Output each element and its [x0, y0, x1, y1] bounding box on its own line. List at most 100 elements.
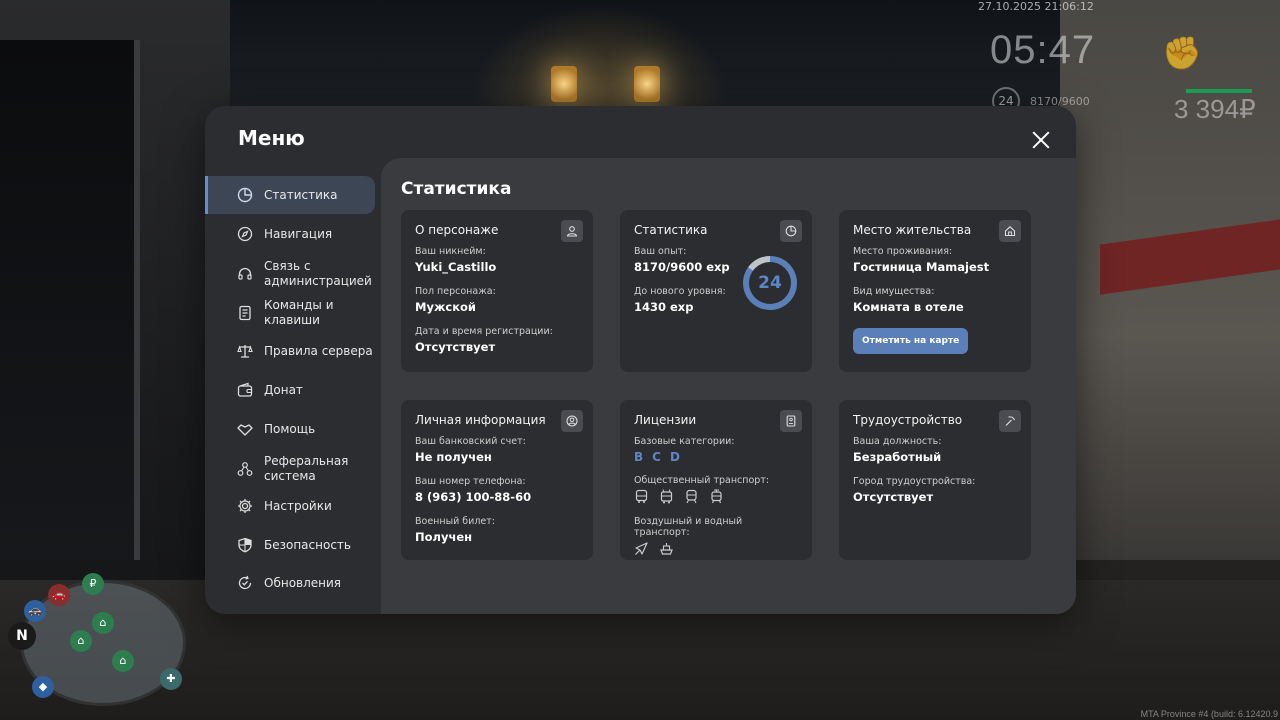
bank-label: Ваш банковский счет: — [415, 436, 526, 447]
sidebar-item-label: Навигация — [264, 226, 333, 241]
phone-label: Ваш номер телефона: — [415, 476, 526, 487]
sidebar-item-help[interactable]: Помощь — [205, 410, 375, 448]
sidebar-item-label: Команды и клавиши — [264, 298, 334, 327]
train-icon — [686, 489, 697, 504]
license-category: D — [669, 450, 680, 464]
air-water-transport-icons — [634, 541, 798, 556]
map-car-marker-icon: 🚗 — [48, 584, 70, 606]
wallet-icon — [237, 382, 253, 398]
tram-icon — [711, 489, 722, 504]
user-circle-icon — [561, 410, 583, 432]
plane-icon — [635, 542, 648, 555]
background-street-lamp — [551, 66, 577, 102]
background-shop-window — [0, 40, 140, 560]
job-city-value: Отсутствует — [853, 490, 934, 504]
license-category: C — [652, 450, 661, 464]
shield-icon — [237, 537, 253, 553]
sidebar-item-label: Связь с администрацией — [264, 259, 372, 288]
map-service-marker-icon: ✚ — [160, 668, 182, 690]
job-card: Трудоустройство Ваша должность: Безработ… — [839, 400, 1031, 560]
property-value: Комната в отеле — [853, 300, 964, 314]
pickaxe-icon — [999, 410, 1021, 432]
sidebar-item-label: Реферальная система — [264, 454, 349, 483]
hud-clock: 05:47 — [990, 28, 1096, 72]
sidebar-item-label: Донат — [264, 382, 303, 397]
position-label: Ваша должность: — [853, 436, 942, 447]
background-street-lamp — [634, 66, 660, 102]
place-label: Место проживания: — [853, 246, 953, 257]
phone-value: 8 (963) 100-88-60 — [415, 490, 532, 504]
trolleybus-icon — [660, 489, 673, 504]
sidebar-item-security[interactable]: Безопасность — [205, 526, 375, 564]
bank-value: Не получен — [415, 450, 492, 464]
military-label: Военный билет: — [415, 516, 495, 527]
document-icon — [237, 305, 253, 321]
map-money-marker-icon: ₽ — [82, 573, 104, 595]
map-house-marker-icon: ⌂ — [112, 650, 134, 672]
regdate-value: Отсутствует — [415, 340, 496, 354]
sidebar-item-label: Правила сервера — [264, 343, 373, 358]
build-info: MTA Province #4 (build: 6.12420.9 — [1140, 709, 1278, 719]
card-title: Трудоустройство — [853, 413, 963, 427]
pie-chart-icon — [780, 220, 802, 242]
property-label: Вид имущества: — [853, 286, 935, 297]
map-police-marker-icon: 🚓 — [24, 600, 46, 622]
air-water-transport-label: Воздушный и водный транспорт: — [634, 516, 743, 538]
minimap-compass: N — [8, 622, 36, 650]
position-value: Безработный — [853, 450, 942, 464]
base-categories-label: Базовые категории: — [634, 436, 735, 447]
level-progress-ring: 24 — [743, 256, 797, 310]
menu-modal: Меню Статистика Навигация Связь с админи… — [205, 106, 1076, 614]
id-card-icon — [780, 410, 802, 432]
gender-value: Мужской — [415, 300, 476, 314]
sidebar-item-donate[interactable]: Донат — [205, 371, 375, 409]
card-title: Статистика — [634, 223, 708, 237]
sidebar-item-admin-contact[interactable]: Связь с администрацией — [205, 254, 375, 294]
map-player-marker-icon: ◆ — [32, 676, 54, 698]
content-panel: Статистика О персонаже Ваш никнейм: Yuki… — [381, 158, 1076, 614]
sidebar-item-rules[interactable]: Правила сервера — [205, 332, 375, 370]
mark-on-map-button[interactable]: Отметить на карте — [853, 328, 969, 354]
sidebar-item-statistics[interactable]: Статистика — [205, 176, 375, 214]
network-icon — [237, 461, 253, 477]
hud-health-bar — [1186, 89, 1252, 93]
level-number: 24 — [749, 262, 791, 304]
sidebar-item-updates[interactable]: Обновления — [205, 564, 375, 602]
card-title: Место жительства — [853, 223, 972, 237]
nickname-value: Yuki_Castillo — [415, 260, 497, 274]
card-title: Лицензии — [634, 413, 697, 427]
job-city-label: Город трудоустройства: — [853, 476, 976, 487]
nickname-label: Ваш никнейм: — [415, 246, 486, 257]
regdate-label: Дата и время регистрации: — [415, 326, 553, 337]
modal-title: Меню — [238, 126, 305, 150]
gender-label: Пол персонажа: — [415, 286, 496, 297]
sidebar-item-commands[interactable]: Команды и клавиши — [205, 293, 375, 333]
personal-card: Личная информация Ваш банковский счет: Н… — [401, 400, 593, 560]
fist-icon: ✊ — [1162, 34, 1202, 72]
sidebar-item-settings[interactable]: Настройки — [205, 487, 375, 525]
sidebar-item-referral[interactable]: Реферальная система — [205, 449, 375, 489]
home-icon — [999, 220, 1021, 242]
headset-icon — [237, 266, 253, 282]
license-category: B — [634, 450, 644, 464]
sidebar-item-label: Статистика — [264, 187, 338, 202]
compass-icon — [237, 226, 253, 242]
licenses-card: Лицензии Базовые категории: B C D Общест… — [620, 400, 812, 560]
handshake-icon — [237, 421, 253, 437]
gear-icon — [237, 498, 253, 514]
public-transport-icons — [634, 489, 798, 504]
map-house-marker-icon: ⌂ — [92, 612, 114, 634]
refresh-check-icon — [237, 575, 253, 591]
close-icon[interactable] — [1029, 128, 1053, 152]
character-card: О персонаже Ваш никнейм: Yuki_Castillo П… — [401, 210, 593, 372]
sidebar-item-navigation[interactable]: Навигация — [205, 215, 375, 253]
sidebar-item-label: Обновления — [264, 575, 342, 590]
public-transport-label: Общественный транспорт: — [634, 475, 770, 486]
sidebar-item-label: Помощь — [264, 421, 316, 436]
ship-icon — [660, 543, 673, 555]
scales-icon — [237, 343, 253, 359]
card-title: О персонаже — [415, 223, 499, 237]
content-title: Статистика — [401, 179, 512, 199]
sidebar-item-label: Настройки — [264, 498, 332, 513]
license-categories: B C D — [634, 450, 798, 464]
